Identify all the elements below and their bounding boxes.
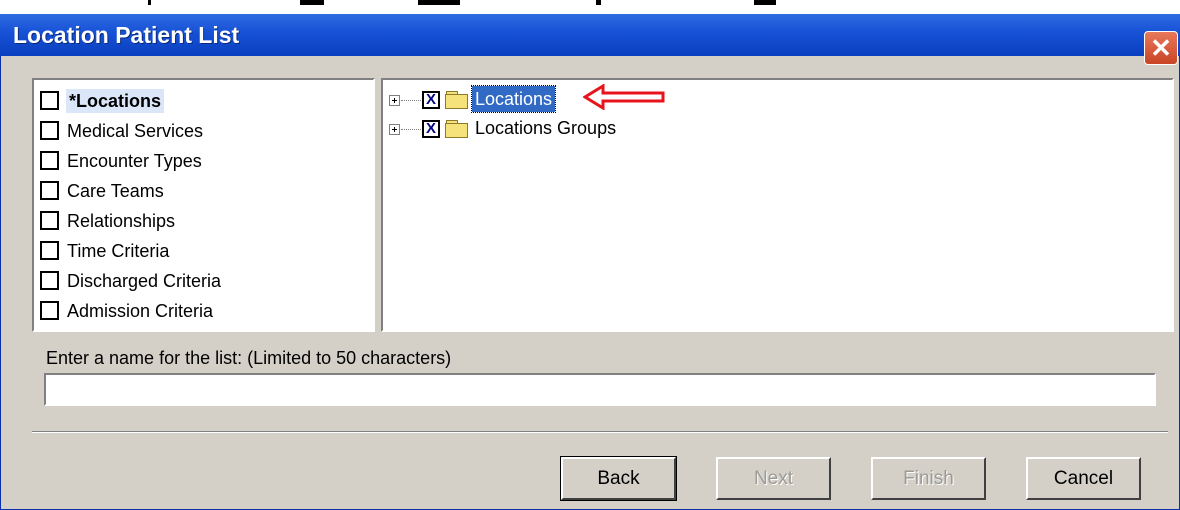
criteria-checkbox[interactable] [40,241,59,260]
criteria-checkbox[interactable] [40,91,59,110]
text-fragment [596,0,601,5]
criteria-label: Discharged Criteria [67,271,222,291]
annotation-arrow-icon [583,84,665,110]
criteria-label: *Locations [66,89,165,113]
text-fragment [300,0,324,5]
cropped-top-strip [0,0,1180,14]
next-button[interactable]: Next [716,457,831,500]
criteria-label: Care Teams [67,181,164,201]
location-tree[interactable]: X Locations X Locations Groups [381,78,1174,332]
criteria-label: Encounter Types [67,151,202,171]
tree-checkbox[interactable]: X [422,91,440,109]
tree-connector [401,129,421,130]
text-fragment [754,0,776,5]
text-fragment [418,0,460,5]
close-button[interactable]: ✕ [1144,31,1178,65]
criteria-label: Admission Criteria [67,301,214,321]
expand-icon[interactable] [389,95,400,106]
tree-connector [401,100,421,101]
divider [32,431,1168,433]
finish-button[interactable]: Finish [871,457,986,500]
criteria-checkbox[interactable] [40,271,59,290]
back-button[interactable]: Back [560,456,677,501]
tree-checkbox[interactable]: X [422,120,440,138]
criteria-checkbox[interactable] [40,211,59,230]
cancel-button[interactable]: Cancel [1026,457,1141,500]
folder-icon [445,120,469,138]
criteria-checkbox[interactable] [40,151,59,170]
list-name-label: Enter a name for the list: (Limited to 5… [46,348,452,368]
text-fragment [148,0,151,5]
criteria-label: Time Criteria [67,241,170,261]
title-bar[interactable]: Location Patient List ✕ [0,14,1180,65]
list-name-input[interactable] [44,373,1156,406]
expand-icon[interactable] [389,124,400,135]
folder-icon [445,91,469,109]
criteria-checkbox[interactable] [40,121,59,140]
criteria-list[interactable]: *Locations Medical Services Encounter Ty… [32,78,375,332]
tree-item-label: Locations Groups [475,118,617,138]
window-title: Location Patient List [13,22,240,48]
tree-item-label: Locations [470,85,557,113]
criteria-label: Relationships [67,211,176,231]
close-icon: ✕ [1150,33,1172,63]
criteria-checkbox[interactable] [40,301,59,320]
criteria-label: Medical Services [67,121,204,141]
criteria-checkbox[interactable] [40,181,59,200]
